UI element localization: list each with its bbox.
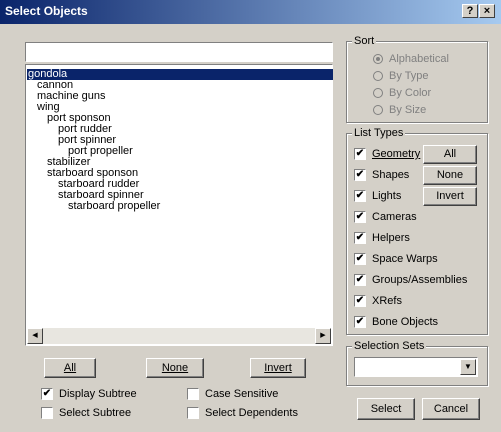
checkbox-box[interactable] bbox=[187, 388, 199, 400]
none-label: None bbox=[161, 362, 189, 374]
select-none-button[interactable]: None bbox=[146, 358, 204, 378]
object-list[interactable]: gondola cannon machine guns wing port sp… bbox=[25, 64, 333, 346]
right-arrow-icon: ▶ bbox=[320, 332, 326, 339]
radio-label: By Type bbox=[389, 70, 429, 82]
title-bar[interactable]: Select Objects ? × bbox=[0, 0, 501, 24]
horizontal-scrollbar[interactable]: ◀ ▶ bbox=[27, 328, 331, 344]
shapes-label: Shapes bbox=[372, 169, 410, 181]
checkbox-box[interactable]: ✔ bbox=[354, 253, 366, 265]
radio-label: By Color bbox=[389, 87, 432, 99]
case-sensitive-label: Case Sensitive bbox=[205, 388, 279, 400]
select-all-button[interactable]: All bbox=[44, 358, 96, 378]
radio-dot-icon bbox=[373, 71, 383, 81]
left-arrow-icon: ◀ bbox=[32, 332, 38, 339]
display-subtree-label: Display Subtree bbox=[59, 388, 137, 400]
xrefs-label: XRefs bbox=[372, 295, 402, 307]
checkbox-box[interactable]: ✔ bbox=[354, 295, 366, 307]
radio-label: By Size bbox=[389, 104, 427, 116]
checkbox-box[interactable] bbox=[41, 407, 53, 419]
radio-dot-icon bbox=[373, 54, 383, 64]
scroll-right-button[interactable]: ▶ bbox=[315, 328, 331, 344]
space-warps-label: Space Warps bbox=[372, 253, 438, 265]
invert-label: Invert bbox=[264, 362, 292, 374]
select-button[interactable]: Select bbox=[357, 398, 415, 420]
list-types-group: List Types ✔ Geometry ✔ Shapes ✔ Lights … bbox=[346, 127, 488, 335]
list-item[interactable]: starboard propeller bbox=[68, 201, 160, 212]
name-filter-input[interactable] bbox=[25, 42, 333, 62]
checkbox-box[interactable]: ✔ bbox=[354, 148, 366, 160]
sort-group-title: Sort bbox=[352, 35, 377, 47]
list-types-group-title: List Types bbox=[352, 127, 406, 139]
close-button[interactable]: × bbox=[479, 4, 495, 18]
radio-label: Alphabetical bbox=[389, 53, 449, 65]
checkbox-box[interactable]: ✔ bbox=[354, 169, 366, 181]
cameras-label: Cameras bbox=[372, 211, 417, 223]
checkbox-box[interactable] bbox=[187, 407, 199, 419]
sort-group: Sort Alphabetical By Type By Color By Si… bbox=[346, 35, 488, 123]
checkbox-box[interactable]: ✔ bbox=[354, 190, 366, 202]
radio-dot-icon bbox=[373, 88, 383, 98]
helpers-label: Helpers bbox=[372, 232, 410, 244]
invert-selection-button[interactable]: Invert bbox=[250, 358, 306, 378]
list-types-invert-button[interactable]: Invert bbox=[423, 187, 477, 206]
selection-sets-dropdown[interactable]: ▼ bbox=[354, 357, 478, 377]
select-subtree-label: Select Subtree bbox=[59, 407, 132, 419]
checkbox-box[interactable]: ✔ bbox=[354, 274, 366, 286]
select-objects-dialog: Select Objects ? × gondola cannon machin… bbox=[0, 0, 501, 432]
checkbox-box[interactable]: ✔ bbox=[354, 232, 366, 244]
cancel-button[interactable]: Cancel bbox=[422, 398, 480, 420]
help-button[interactable]: ? bbox=[462, 4, 478, 18]
list-types-none-button[interactable]: None bbox=[423, 166, 477, 185]
scroll-left-button[interactable]: ◀ bbox=[27, 328, 43, 344]
checkbox-box[interactable]: ✔ bbox=[354, 316, 366, 328]
all-label: All bbox=[63, 362, 77, 374]
chevron-down-icon[interactable]: ▼ bbox=[460, 359, 476, 375]
geometry-label: Geometry bbox=[372, 148, 421, 160]
checkbox-box[interactable]: ✔ bbox=[354, 211, 366, 223]
checkbox-box[interactable]: ✔ bbox=[41, 388, 53, 400]
radio-dot-icon bbox=[373, 105, 383, 115]
bone-objects-label: Bone Objects bbox=[372, 316, 439, 328]
select-dependents-label: Select Dependents bbox=[205, 407, 298, 419]
selection-sets-group-title: Selection Sets bbox=[352, 340, 427, 352]
lights-label: Lights bbox=[372, 190, 402, 202]
groups-assemblies-label: Groups/Assemblies bbox=[372, 274, 468, 286]
window-title: Select Objects bbox=[5, 4, 88, 18]
list-types-all-button[interactable]: All bbox=[423, 145, 477, 164]
